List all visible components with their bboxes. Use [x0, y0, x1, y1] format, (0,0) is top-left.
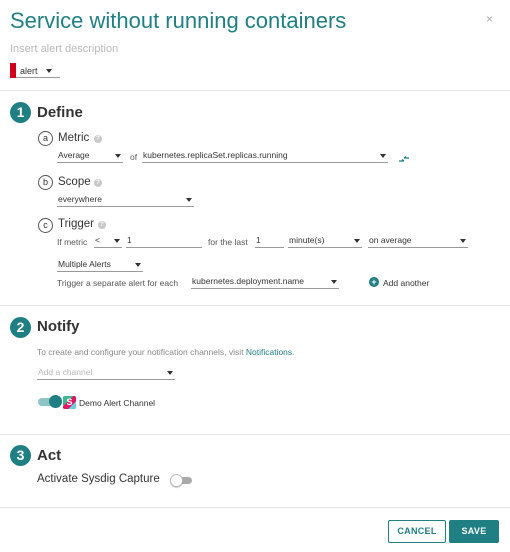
- duration-unit-select[interactable]: minute(s): [288, 235, 362, 248]
- segment-label: Trigger a separate alert for each: [57, 278, 179, 288]
- capture-toggle[interactable]: [170, 473, 192, 487]
- metric-name-select[interactable]: kubernetes.replicaSet.replicas.running: [142, 150, 388, 163]
- segment-by-value: kubernetes.deployment.name: [192, 276, 304, 286]
- divider: [0, 305, 510, 306]
- step-number-define: 1: [10, 102, 31, 123]
- divider: [0, 90, 510, 91]
- operator-select[interactable]: <: [94, 235, 122, 248]
- alert-description-input[interactable]: Insert alert description: [10, 43, 118, 55]
- help-icon[interactable]: ?: [94, 179, 102, 187]
- channel-toggle[interactable]: [38, 395, 62, 408]
- alert-title[interactable]: Service without running containers: [10, 8, 346, 34]
- add-icon[interactable]: +: [369, 277, 379, 287]
- trigger-label: Trigger: [58, 218, 94, 230]
- alert-mode-value: Multiple Alerts: [58, 259, 111, 269]
- duration-input[interactable]: 1: [255, 235, 284, 248]
- add-channel-placeholder: Add a channel: [38, 367, 93, 377]
- substep-letter-metric: a: [38, 131, 53, 146]
- section-title-define: Define: [37, 104, 83, 121]
- chevron-down-icon: [380, 154, 386, 158]
- notify-info-end: .: [292, 347, 295, 357]
- operator-value: <: [95, 235, 100, 245]
- alert-mode-select[interactable]: Multiple Alerts: [57, 259, 143, 272]
- severity-dropdown[interactable]: alert: [10, 63, 60, 78]
- scope-label: Scope: [58, 176, 91, 188]
- substep-letter-trigger: c: [38, 218, 53, 233]
- metric-name-value: kubernetes.replicaSet.replicas.running: [143, 150, 288, 160]
- section-title-act: Act: [37, 447, 62, 464]
- metric-label: Metric: [58, 132, 90, 144]
- duration-unit-value: minute(s): [289, 235, 325, 245]
- notifications-link[interactable]: Notifications: [246, 347, 292, 357]
- step-number-act: 3: [10, 445, 31, 466]
- metric-of-label: of: [130, 152, 138, 162]
- if-metric-label: If metric: [57, 237, 88, 247]
- channel-name: Demo Alert Channel: [79, 398, 156, 408]
- notify-info-prefix: To create and configure your notificatio…: [37, 347, 244, 357]
- help-icon[interactable]: ?: [98, 221, 106, 229]
- trigger-aggregation-select[interactable]: on average: [368, 235, 468, 248]
- cancel-button[interactable]: CANCEL: [388, 520, 446, 543]
- chevron-down-icon: [460, 239, 466, 243]
- add-another-link[interactable]: Add another: [383, 278, 429, 288]
- capture-label: Activate Sysdig Capture: [37, 473, 160, 485]
- save-button[interactable]: SAVE: [449, 520, 499, 543]
- chevron-down-icon: [135, 263, 141, 267]
- add-channel-select[interactable]: Add a channel: [37, 367, 175, 380]
- compare-arrows-icon[interactable]: [398, 151, 410, 162]
- step-number-notify: 2: [10, 317, 31, 338]
- chevron-down-icon: [167, 371, 173, 375]
- chevron-down-icon: [114, 239, 120, 243]
- severity-color-swatch: [10, 63, 16, 78]
- chevron-down-icon: [354, 239, 360, 243]
- metric-aggregation-value: Average: [58, 150, 90, 160]
- metric-aggregation-select[interactable]: Average: [57, 150, 123, 163]
- threshold-input[interactable]: 1: [126, 235, 202, 248]
- chevron-down-icon: [331, 280, 337, 284]
- trigger-aggregation-value: on average: [369, 235, 412, 245]
- slack-icon: S: [63, 396, 76, 409]
- section-title-notify: Notify: [37, 318, 80, 335]
- chevron-down-icon: [115, 154, 121, 158]
- divider: [0, 434, 510, 435]
- toggle-knob: [49, 395, 62, 408]
- scope-value: everywhere: [58, 194, 102, 204]
- substep-letter-scope: b: [38, 175, 53, 190]
- notify-info-text: To create and configure your notificatio…: [37, 347, 295, 357]
- scope-select[interactable]: everywhere: [57, 194, 194, 207]
- toggle-knob: [170, 473, 183, 487]
- segment-by-select[interactable]: kubernetes.deployment.name: [191, 276, 339, 289]
- chevron-down-icon: [46, 69, 52, 73]
- chevron-down-icon: [186, 198, 192, 202]
- for-last-label: for the last: [208, 237, 248, 247]
- severity-label: alert: [20, 66, 38, 76]
- divider: [0, 507, 510, 508]
- help-icon[interactable]: ?: [94, 135, 102, 143]
- close-icon[interactable]: ×: [486, 12, 493, 26]
